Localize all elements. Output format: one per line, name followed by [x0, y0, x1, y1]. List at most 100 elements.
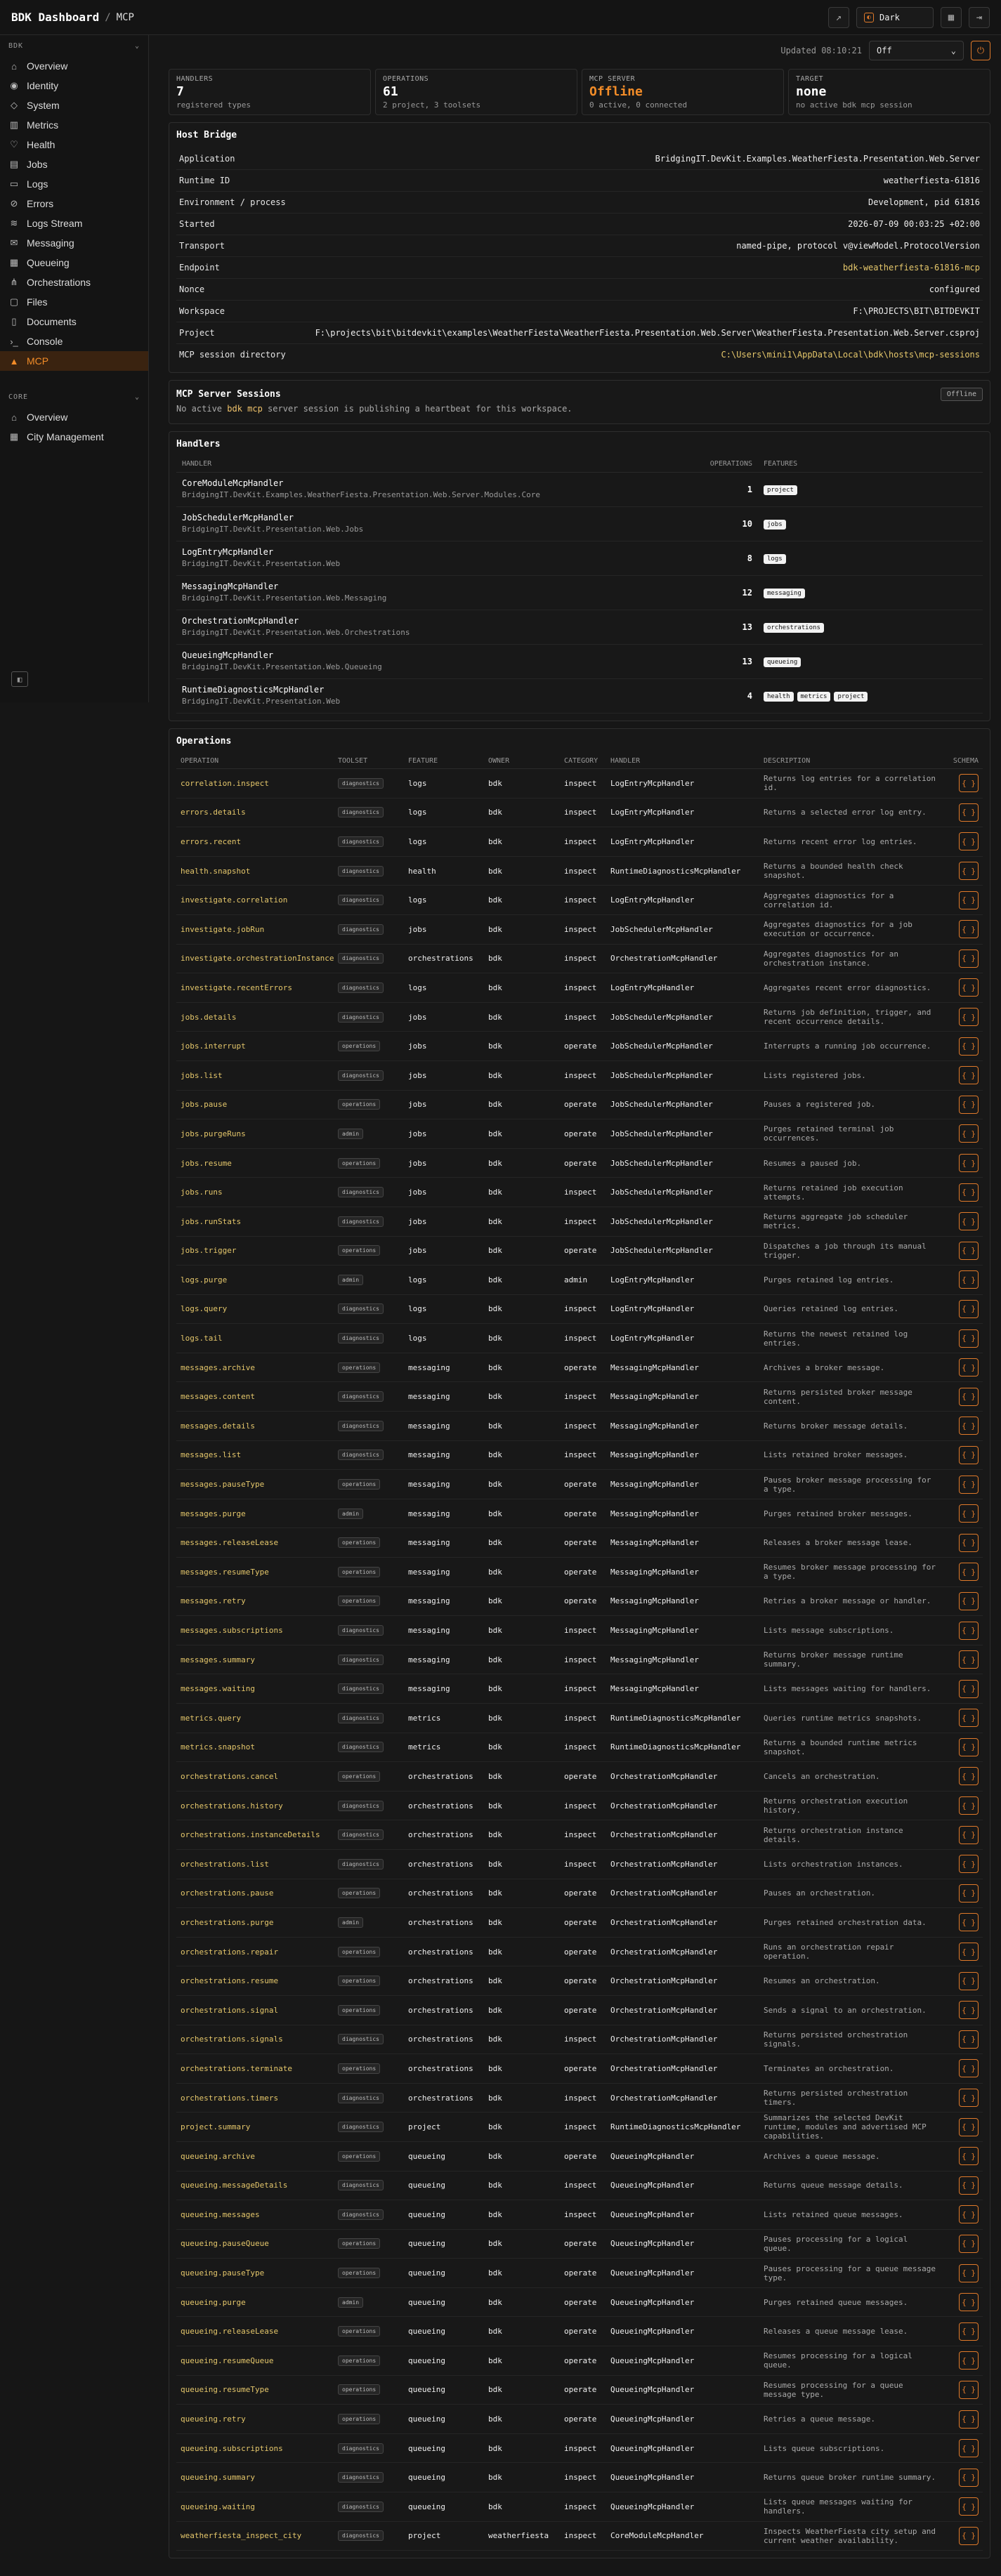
schema-icon[interactable]: { } [959, 1095, 979, 1114]
schema-icon[interactable]: { } [959, 2497, 979, 2516]
schema-icon[interactable]: { } [959, 1679, 979, 1698]
schema-icon[interactable]: { } [959, 2351, 979, 2370]
operation-name[interactable]: queueing.resumeType [176, 2375, 334, 2405]
operation-name[interactable]: orchestrations.list [176, 1849, 334, 1879]
schema-icon[interactable]: { } [959, 2439, 979, 2458]
schema-icon[interactable]: { } [959, 1563, 979, 1582]
sidebar-item-logs[interactable]: ▭ Logs [0, 174, 148, 194]
schema-icon[interactable]: { } [959, 2030, 979, 2049]
operation-name[interactable]: jobs.purgeRuns [176, 1119, 334, 1149]
operation-name[interactable]: weatherfiesta_inspect_city [176, 2521, 334, 2551]
sidebar-item-files[interactable]: ▢ Files [0, 292, 148, 312]
grid-icon[interactable]: ▦ [941, 6, 962, 28]
operation-name[interactable]: messages.details [176, 1411, 334, 1441]
sidebar-item-logs-stream[interactable]: ≋ Logs Stream [0, 213, 148, 233]
operation-name[interactable]: investigate.jobRun [176, 914, 334, 945]
operation-name[interactable]: orchestrations.history [176, 1791, 334, 1821]
schema-icon[interactable]: { } [959, 1913, 979, 1932]
operation-name[interactable]: health.snapshot [176, 856, 334, 886]
schema-icon[interactable]: { } [959, 2322, 979, 2341]
schema-icon[interactable]: { } [959, 1270, 979, 1289]
schema-icon[interactable]: { } [959, 1358, 979, 1377]
schema-icon[interactable]: { } [959, 1299, 979, 1318]
operation-name[interactable]: queueing.summary [176, 2462, 334, 2493]
schema-icon[interactable]: { } [959, 1241, 979, 1260]
sidebar-item-messaging[interactable]: ✉ Messaging [0, 233, 148, 253]
operation-name[interactable]: investigate.orchestrationInstance [176, 944, 334, 974]
schema-icon[interactable]: { } [959, 1737, 979, 1756]
operation-name[interactable]: jobs.runStats [176, 1207, 334, 1237]
schema-icon[interactable]: { } [959, 1445, 979, 1464]
schema-icon[interactable]: { } [959, 1066, 979, 1085]
sidebar-item-identity[interactable]: ◉ Identity [0, 76, 148, 96]
schema-icon[interactable]: { } [959, 978, 979, 997]
schema-icon[interactable]: { } [959, 920, 979, 939]
schema-icon[interactable]: { } [959, 949, 979, 968]
schema-icon[interactable]: { } [959, 2293, 979, 2312]
operation-name[interactable]: orchestrations.timers [176, 2083, 334, 2113]
operation-name[interactable]: investigate.recentErrors [176, 973, 334, 1003]
schema-icon[interactable]: { } [959, 2380, 979, 2399]
operation-name[interactable]: queueing.resumeQueue [176, 2346, 334, 2376]
operation-name[interactable]: investigate.correlation [176, 885, 334, 915]
schema-icon[interactable]: { } [959, 1417, 979, 1435]
sidebar-item-metrics[interactable]: ▥ Metrics [0, 115, 148, 135]
operation-name[interactable]: orchestrations.repair [176, 1937, 334, 1967]
operation-name[interactable]: messages.content [176, 1381, 334, 1412]
operation-name[interactable]: queueing.retry [176, 2404, 334, 2434]
operation-name[interactable]: errors.details [176, 798, 334, 828]
schema-icon[interactable]: { } [959, 1387, 979, 1406]
operation-name[interactable]: orchestrations.purge [176, 1907, 334, 1938]
operation-name[interactable]: queueing.purge [176, 2287, 334, 2318]
power-icon[interactable]: ⏻ [971, 41, 990, 60]
schema-icon[interactable]: { } [959, 1709, 979, 1728]
operation-name[interactable]: messages.releaseLease [176, 1527, 334, 1558]
sidebar-item-console[interactable]: ›_ Console [0, 331, 148, 351]
operation-name[interactable]: logs.tail [176, 1323, 334, 1353]
operation-name[interactable]: jobs.list [176, 1060, 334, 1091]
refresh-interval-select[interactable]: Off ⌄ [869, 41, 964, 60]
schema-icon[interactable]: { } [959, 2468, 979, 2487]
operation-name[interactable]: messages.list [176, 1440, 334, 1471]
schema-icon[interactable]: { } [959, 1796, 979, 1815]
schema-icon[interactable]: { } [959, 2234, 979, 2253]
schema-icon[interactable]: { } [959, 1329, 979, 1348]
schema-icon[interactable]: { } [959, 1621, 979, 1640]
operation-name[interactable]: messages.summary [176, 1645, 334, 1675]
schema-icon[interactable]: { } [959, 1884, 979, 1903]
schema-icon[interactable]: { } [959, 832, 979, 851]
schema-icon[interactable]: { } [959, 2526, 979, 2545]
schema-icon[interactable]: { } [959, 2176, 979, 2195]
operation-name[interactable]: metrics.snapshot [176, 1733, 334, 1763]
logout-icon[interactable]: ⇥ [969, 6, 990, 28]
sidebar-section-bdk[interactable]: BDK ⌄ [0, 35, 148, 56]
schema-icon[interactable]: { } [959, 1533, 979, 1552]
operation-name[interactable]: errors.recent [176, 827, 334, 857]
schema-icon[interactable]: { } [959, 1475, 979, 1494]
sidebar-item-overview[interactable]: ⌂ Overview [0, 56, 148, 76]
operation-name[interactable]: correlation.inspect [176, 768, 334, 799]
operation-name[interactable]: project.summary [176, 2112, 334, 2142]
schema-icon[interactable]: { } [959, 774, 979, 793]
operation-name[interactable]: messages.pauseType [176, 1469, 334, 1499]
schema-icon[interactable]: { } [959, 1504, 979, 1523]
operation-name[interactable]: messages.archive [176, 1353, 334, 1383]
schema-icon[interactable]: { } [959, 1212, 979, 1231]
app-brand[interactable]: BDK Dashboard [11, 11, 99, 24]
schema-icon[interactable]: { } [959, 1971, 979, 1990]
schema-icon[interactable]: { } [959, 1008, 979, 1027]
operation-name[interactable]: orchestrations.instanceDetails [176, 1820, 334, 1850]
operation-name[interactable]: logs.query [176, 1294, 334, 1325]
schema-icon[interactable]: { } [959, 2263, 979, 2282]
sidebar-section-core[interactable]: CORE ⌄ [0, 386, 148, 407]
operation-name[interactable]: jobs.pause [176, 1090, 334, 1120]
operation-name[interactable]: jobs.trigger [176, 1236, 334, 1266]
operation-name[interactable]: messages.retry [176, 1586, 334, 1617]
operation-name[interactable]: logs.purge [176, 1265, 334, 1295]
sidebar-item-mcp[interactable]: ▲ MCP [0, 351, 148, 371]
operation-name[interactable]: orchestrations.pause [176, 1879, 334, 1909]
sidebar-collapse-icon[interactable]: ◧ [11, 671, 28, 687]
operation-name[interactable]: queueing.pauseQueue [176, 2229, 334, 2259]
sidebar-item-errors[interactable]: ⊘ Errors [0, 194, 148, 213]
sidebar-item-system[interactable]: ◇ System [0, 96, 148, 115]
